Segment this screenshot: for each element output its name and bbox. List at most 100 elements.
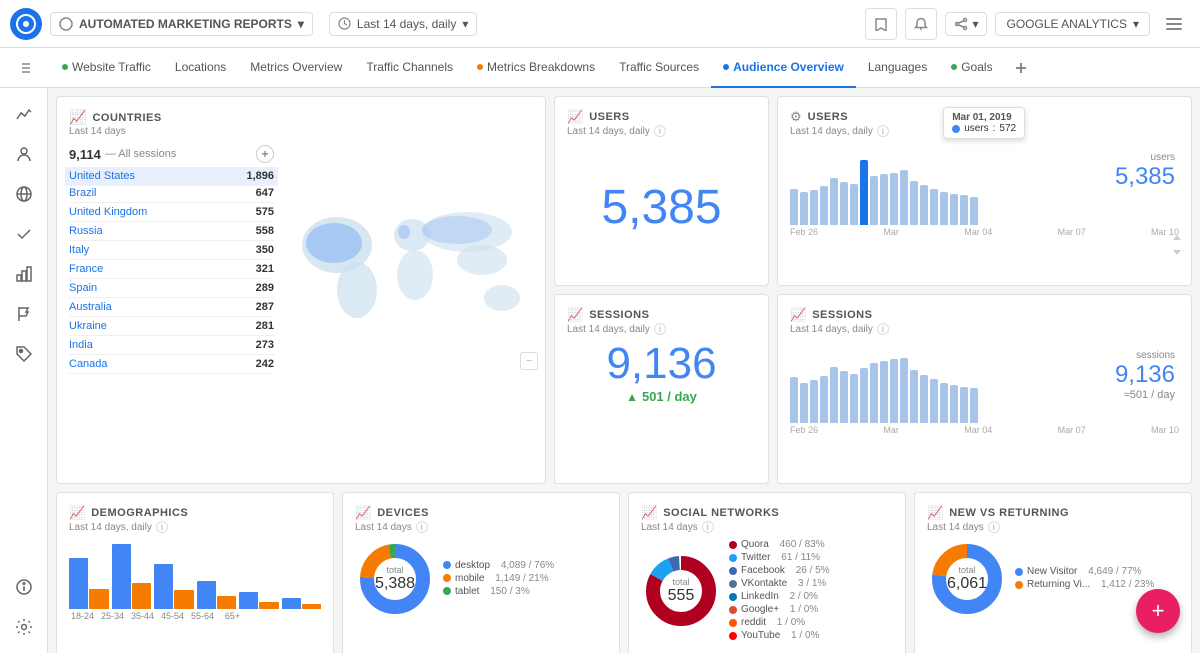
menu-button[interactable]: [1158, 8, 1190, 40]
demo-info[interactable]: i: [156, 521, 168, 533]
legend-value-youtube: 1 / 0%: [791, 630, 819, 641]
session-bar: [830, 367, 838, 423]
nav-bar: Website Traffic Locations Metrics Overvi…: [0, 48, 1200, 88]
fab-icon: +: [1152, 598, 1165, 624]
country-value: 1,896: [246, 170, 274, 182]
devices-total-label: total: [375, 565, 415, 575]
ga-selector[interactable]: GOOGLE ANALYTICS ▾: [995, 12, 1150, 36]
social-info[interactable]: i: [702, 521, 714, 533]
nvr-donut-label: total 6,061: [947, 565, 987, 593]
country-row: United Kingdom575: [69, 203, 274, 222]
user-bar: [920, 185, 928, 225]
legend-dot-linkedin: [729, 593, 737, 601]
sidebar-icon-people[interactable]: [6, 136, 42, 172]
legend-label-returning-visitor: Returning Vi...: [1027, 579, 1090, 590]
country-value: 287: [256, 301, 274, 313]
legend-label-youtube: YouTube: [741, 630, 780, 641]
add-tab-button[interactable]: [1005, 52, 1037, 84]
countries-title: COUNTRIES: [92, 112, 161, 124]
devices-subtitle: Last 14 days: [355, 522, 412, 533]
users-small-card: 📈 USERS Last 14 days, daily i 5,385: [554, 96, 769, 286]
users-chart-gear-icon: ⚙: [790, 109, 802, 125]
tab-audience-overview[interactable]: Audience Overview: [711, 48, 856, 88]
tab-languages[interactable]: Languages: [856, 48, 939, 88]
legend-label-desktop: desktop: [455, 560, 490, 571]
map-expand-button[interactable]: −: [520, 352, 538, 370]
users-small-info[interactable]: i: [654, 125, 666, 137]
country-name: Australia: [69, 301, 112, 313]
social-content: total 555 Quora 460 / 83% Twitter 61 / 1…: [641, 539, 893, 643]
notification-button[interactable]: [905, 8, 937, 40]
legend-item-new-visitor: New Visitor 4,649 / 77%: [1015, 566, 1154, 577]
fab-add-button[interactable]: +: [1136, 589, 1180, 633]
sidebar-icon-globe[interactable]: [6, 176, 42, 212]
tab-metrics-overview[interactable]: Metrics Overview: [238, 48, 354, 88]
demo-blue-bar: [69, 558, 88, 609]
sessions-chart-info[interactable]: i: [877, 323, 889, 335]
social-title: SOCIAL NETWORKS: [663, 507, 779, 519]
demo-chart: [69, 539, 321, 609]
countries-total: 9,114: [69, 147, 101, 162]
sessions-chart-subtitle: Last 14 days, daily: [790, 324, 873, 335]
x-label-1: Mar: [883, 227, 899, 237]
tab-locations[interactable]: Locations: [163, 48, 238, 88]
sessions-small-title: SESSIONS: [589, 309, 649, 321]
nvr-total-label: total: [947, 565, 987, 575]
tab-traffic-sources[interactable]: Traffic Sources: [607, 48, 711, 88]
x-label-0: Feb 26: [790, 227, 818, 237]
nvr-info[interactable]: i: [988, 521, 1000, 533]
session-bar: [880, 361, 888, 423]
legend-dot-returning-visitor: [1015, 581, 1023, 589]
sidebar-icon-tag[interactable]: [6, 336, 42, 372]
legend-dot-quora: [729, 541, 737, 549]
main-layout: 📈 COUNTRIES Last 14 days 9,114 — All ses…: [0, 88, 1200, 653]
sessions-chart-value: 9,136: [1115, 361, 1175, 389]
legend-label-reddit: reddit: [741, 617, 766, 628]
country-value: 289: [256, 282, 274, 294]
share-button[interactable]: ▾: [945, 12, 987, 36]
tab-goals[interactable]: Goals: [939, 48, 1004, 88]
sidebar-icon-check[interactable]: [6, 216, 42, 252]
sidebar-icon-flag[interactable]: [6, 296, 42, 332]
tooltip-value: 572: [999, 123, 1016, 134]
devices-info[interactable]: i: [416, 521, 428, 533]
legend-value-vk: 3 / 1%: [798, 578, 826, 589]
demographics-card: 📈 DEMOGRAPHICS Last 14 days, daily i 18-…: [56, 492, 334, 653]
user-bar: [860, 160, 868, 225]
legend-item-linkedin: LinkedIn 2 / 0%: [729, 591, 830, 602]
demo-title: DEMOGRAPHICS: [91, 507, 188, 519]
legend-label-facebook: Facebook: [741, 565, 785, 576]
report-selector[interactable]: AUTOMATED MARKETING REPORTS ▾: [50, 12, 313, 36]
world-map-svg: [282, 180, 542, 340]
session-bar: [950, 385, 958, 423]
sessions-small-info[interactable]: i: [654, 323, 666, 335]
users-chart-value-container: users 5,385: [1115, 152, 1175, 191]
devices-donut: total 5,388: [355, 539, 435, 619]
sidebar-toggle[interactable]: [10, 62, 50, 74]
country-value: 321: [256, 263, 274, 275]
add-session-button[interactable]: +: [256, 145, 274, 163]
tab-website-traffic[interactable]: Website Traffic: [50, 48, 163, 88]
date-selector-arrow: ▾: [462, 17, 468, 31]
session-bar: [840, 371, 848, 423]
sidebar-icon-analytics[interactable]: [6, 96, 42, 132]
tab-metrics-breakdowns[interactable]: Metrics Breakdowns: [465, 48, 607, 88]
session-bar: [860, 368, 868, 423]
demo-age-labels: 18-24 25-34 35-44 45-54 55-64 65+: [69, 611, 321, 621]
sidebar-icon-info[interactable]: [6, 569, 42, 605]
sidebar-icon-chart[interactable]: [6, 256, 42, 292]
demo-bar-group: [69, 558, 109, 609]
bookmark-button[interactable]: [865, 8, 897, 40]
nvr-subtitle: Last 14 days: [927, 522, 984, 533]
users-chart-info[interactable]: i: [877, 125, 889, 137]
session-bar: [960, 387, 968, 423]
tab-traffic-channels[interactable]: Traffic Channels: [354, 48, 465, 88]
demo-blue-bar: [112, 544, 131, 609]
legend-value-new-visitor: 4,649 / 77%: [1088, 566, 1141, 577]
sidebar-icon-settings[interactable]: [6, 609, 42, 645]
legend-value-twitter: 61 / 11%: [781, 552, 820, 563]
demo-bar-group: [239, 592, 279, 609]
social-donut: total 555: [641, 551, 721, 631]
scroll-indicator[interactable]: [1173, 235, 1183, 255]
date-selector[interactable]: Last 14 days, daily ▾: [329, 12, 477, 36]
